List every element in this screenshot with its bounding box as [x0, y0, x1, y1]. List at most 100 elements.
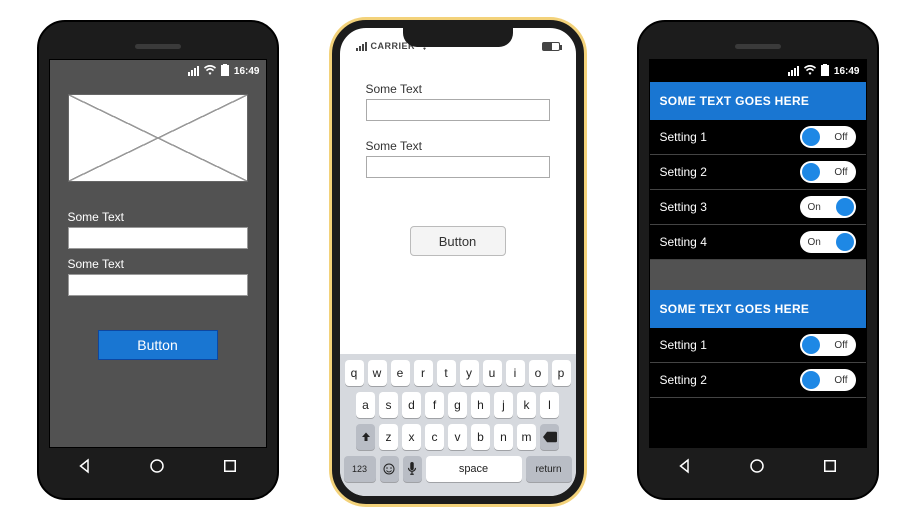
key-x[interactable]: x — [402, 424, 421, 450]
nav-recent-icon[interactable] — [821, 457, 839, 480]
text-input-1[interactable] — [68, 227, 248, 249]
nav-back-icon[interactable] — [76, 457, 94, 480]
status-bar: 16:49 — [650, 60, 866, 82]
key-l[interactable]: l — [540, 392, 559, 418]
setting-label: Setting 2 — [660, 165, 707, 179]
android-nav-bar — [49, 448, 267, 488]
key-n[interactable]: n — [494, 424, 513, 450]
notch — [403, 27, 513, 47]
wifi-icon — [804, 65, 816, 78]
image-placeholder — [68, 94, 248, 182]
text-input-1[interactable] — [366, 99, 550, 121]
phone1-content: Some Text Some Text Button — [50, 82, 266, 447]
nav-home-icon[interactable] — [748, 457, 766, 480]
status-bar: 16:49 — [50, 60, 266, 82]
setting-label: Setting 1 — [660, 130, 707, 144]
key-v[interactable]: v — [448, 424, 467, 450]
ios-keyboard: q w e r t y u i o p a s d f g h j k l — [340, 354, 576, 496]
toggle-setting-b2[interactable]: Off — [800, 369, 856, 391]
key-k[interactable]: k — [517, 392, 536, 418]
key-shift[interactable] — [356, 424, 375, 450]
key-space[interactable]: space — [426, 456, 522, 482]
signal-icon — [788, 66, 799, 76]
text-input-2[interactable] — [68, 274, 248, 296]
setting-row: Setting 1 Off — [650, 120, 866, 155]
battery-icon — [221, 64, 229, 79]
field2-label: Some Text — [68, 257, 248, 271]
key-d[interactable]: d — [402, 392, 421, 418]
setting-row: Setting 2 Off — [650, 363, 866, 398]
setting-row: Setting 3 On — [650, 190, 866, 225]
field1-label: Some Text — [68, 210, 248, 224]
setting-label: Setting 3 — [660, 200, 707, 214]
key-y[interactable]: y — [460, 360, 479, 386]
nav-home-icon[interactable] — [148, 457, 166, 480]
android-nav-bar — [649, 448, 867, 488]
battery-icon — [821, 64, 829, 79]
key-123[interactable]: 123 — [344, 456, 376, 482]
toggle-setting-1[interactable]: Off — [800, 126, 856, 148]
toggle-setting-2[interactable]: Off — [800, 161, 856, 183]
status-time: 16:49 — [234, 66, 260, 77]
setting-label: Setting 4 — [660, 235, 707, 249]
key-o[interactable]: o — [529, 360, 548, 386]
key-emoji[interactable] — [380, 456, 399, 482]
toggle-setting-4[interactable]: On — [800, 231, 856, 253]
key-g[interactable]: g — [448, 392, 467, 418]
key-c[interactable]: c — [425, 424, 444, 450]
submit-button[interactable]: Button — [98, 330, 218, 360]
section-header-2: SOME TEXT GOES HERE — [650, 290, 866, 328]
keyboard-row-2: a s d f g h j k l — [344, 392, 572, 418]
key-f[interactable]: f — [425, 392, 444, 418]
nav-recent-icon[interactable] — [221, 457, 239, 480]
setting-row: Setting 2 Off — [650, 155, 866, 190]
nav-back-icon[interactable] — [676, 457, 694, 480]
toggle-setting-b1[interactable]: Off — [800, 334, 856, 356]
section-gap — [650, 260, 866, 290]
phone3-content: SOME TEXT GOES HERE Setting 1 Off Settin… — [650, 82, 866, 447]
key-j[interactable]: j — [494, 392, 513, 418]
phone1-screen: 16:49 Some Text Some Text Button — [49, 59, 267, 448]
section-header-1: SOME TEXT GOES HERE — [650, 82, 866, 120]
key-mic[interactable] — [403, 456, 422, 482]
keyboard-row-1: q w e r t y u i o p — [344, 360, 572, 386]
signal-icon — [356, 42, 367, 51]
key-i[interactable]: i — [506, 360, 525, 386]
toggle-setting-3[interactable]: On — [800, 196, 856, 218]
key-t[interactable]: t — [437, 360, 456, 386]
key-r[interactable]: r — [414, 360, 433, 386]
keyboard-row-4: 123 space return — [344, 456, 572, 482]
setting-row: Setting 4 On — [650, 225, 866, 260]
iphone-content: Some Text Some Text Button — [340, 58, 576, 354]
signal-icon — [188, 66, 199, 76]
key-return[interactable]: return — [526, 456, 572, 482]
setting-row: Setting 1 Off — [650, 328, 866, 363]
key-e[interactable]: e — [391, 360, 410, 386]
speaker-slot — [135, 44, 181, 49]
android-phone-3: 16:49 SOME TEXT GOES HERE Setting 1 Off … — [637, 20, 879, 500]
field1-label: Some Text — [366, 82, 550, 96]
key-b[interactable]: b — [471, 424, 490, 450]
key-p[interactable]: p — [552, 360, 571, 386]
field2-label: Some Text — [366, 139, 550, 153]
setting-label: Setting 1 — [660, 338, 707, 352]
key-s[interactable]: s — [379, 392, 398, 418]
key-m[interactable]: m — [517, 424, 536, 450]
phone3-screen: 16:49 SOME TEXT GOES HERE Setting 1 Off … — [649, 59, 867, 448]
key-h[interactable]: h — [471, 392, 490, 418]
submit-button[interactable]: Button — [410, 226, 506, 256]
android-phone-1: 16:49 Some Text Some Text Button — [37, 20, 279, 500]
key-z[interactable]: z — [379, 424, 398, 450]
speaker-slot — [735, 44, 781, 49]
status-time: 16:49 — [834, 66, 860, 77]
iphone: CARRIER Some Text Some Text Button q w e… — [332, 20, 584, 504]
key-a[interactable]: a — [356, 392, 375, 418]
text-input-2[interactable] — [366, 156, 550, 178]
keyboard-row-3: z x c v b n m — [344, 424, 572, 450]
setting-label: Setting 2 — [660, 373, 707, 387]
key-w[interactable]: w — [368, 360, 387, 386]
key-q[interactable]: q — [345, 360, 364, 386]
key-u[interactable]: u — [483, 360, 502, 386]
key-backspace[interactable] — [540, 424, 559, 450]
battery-icon — [542, 42, 560, 51]
